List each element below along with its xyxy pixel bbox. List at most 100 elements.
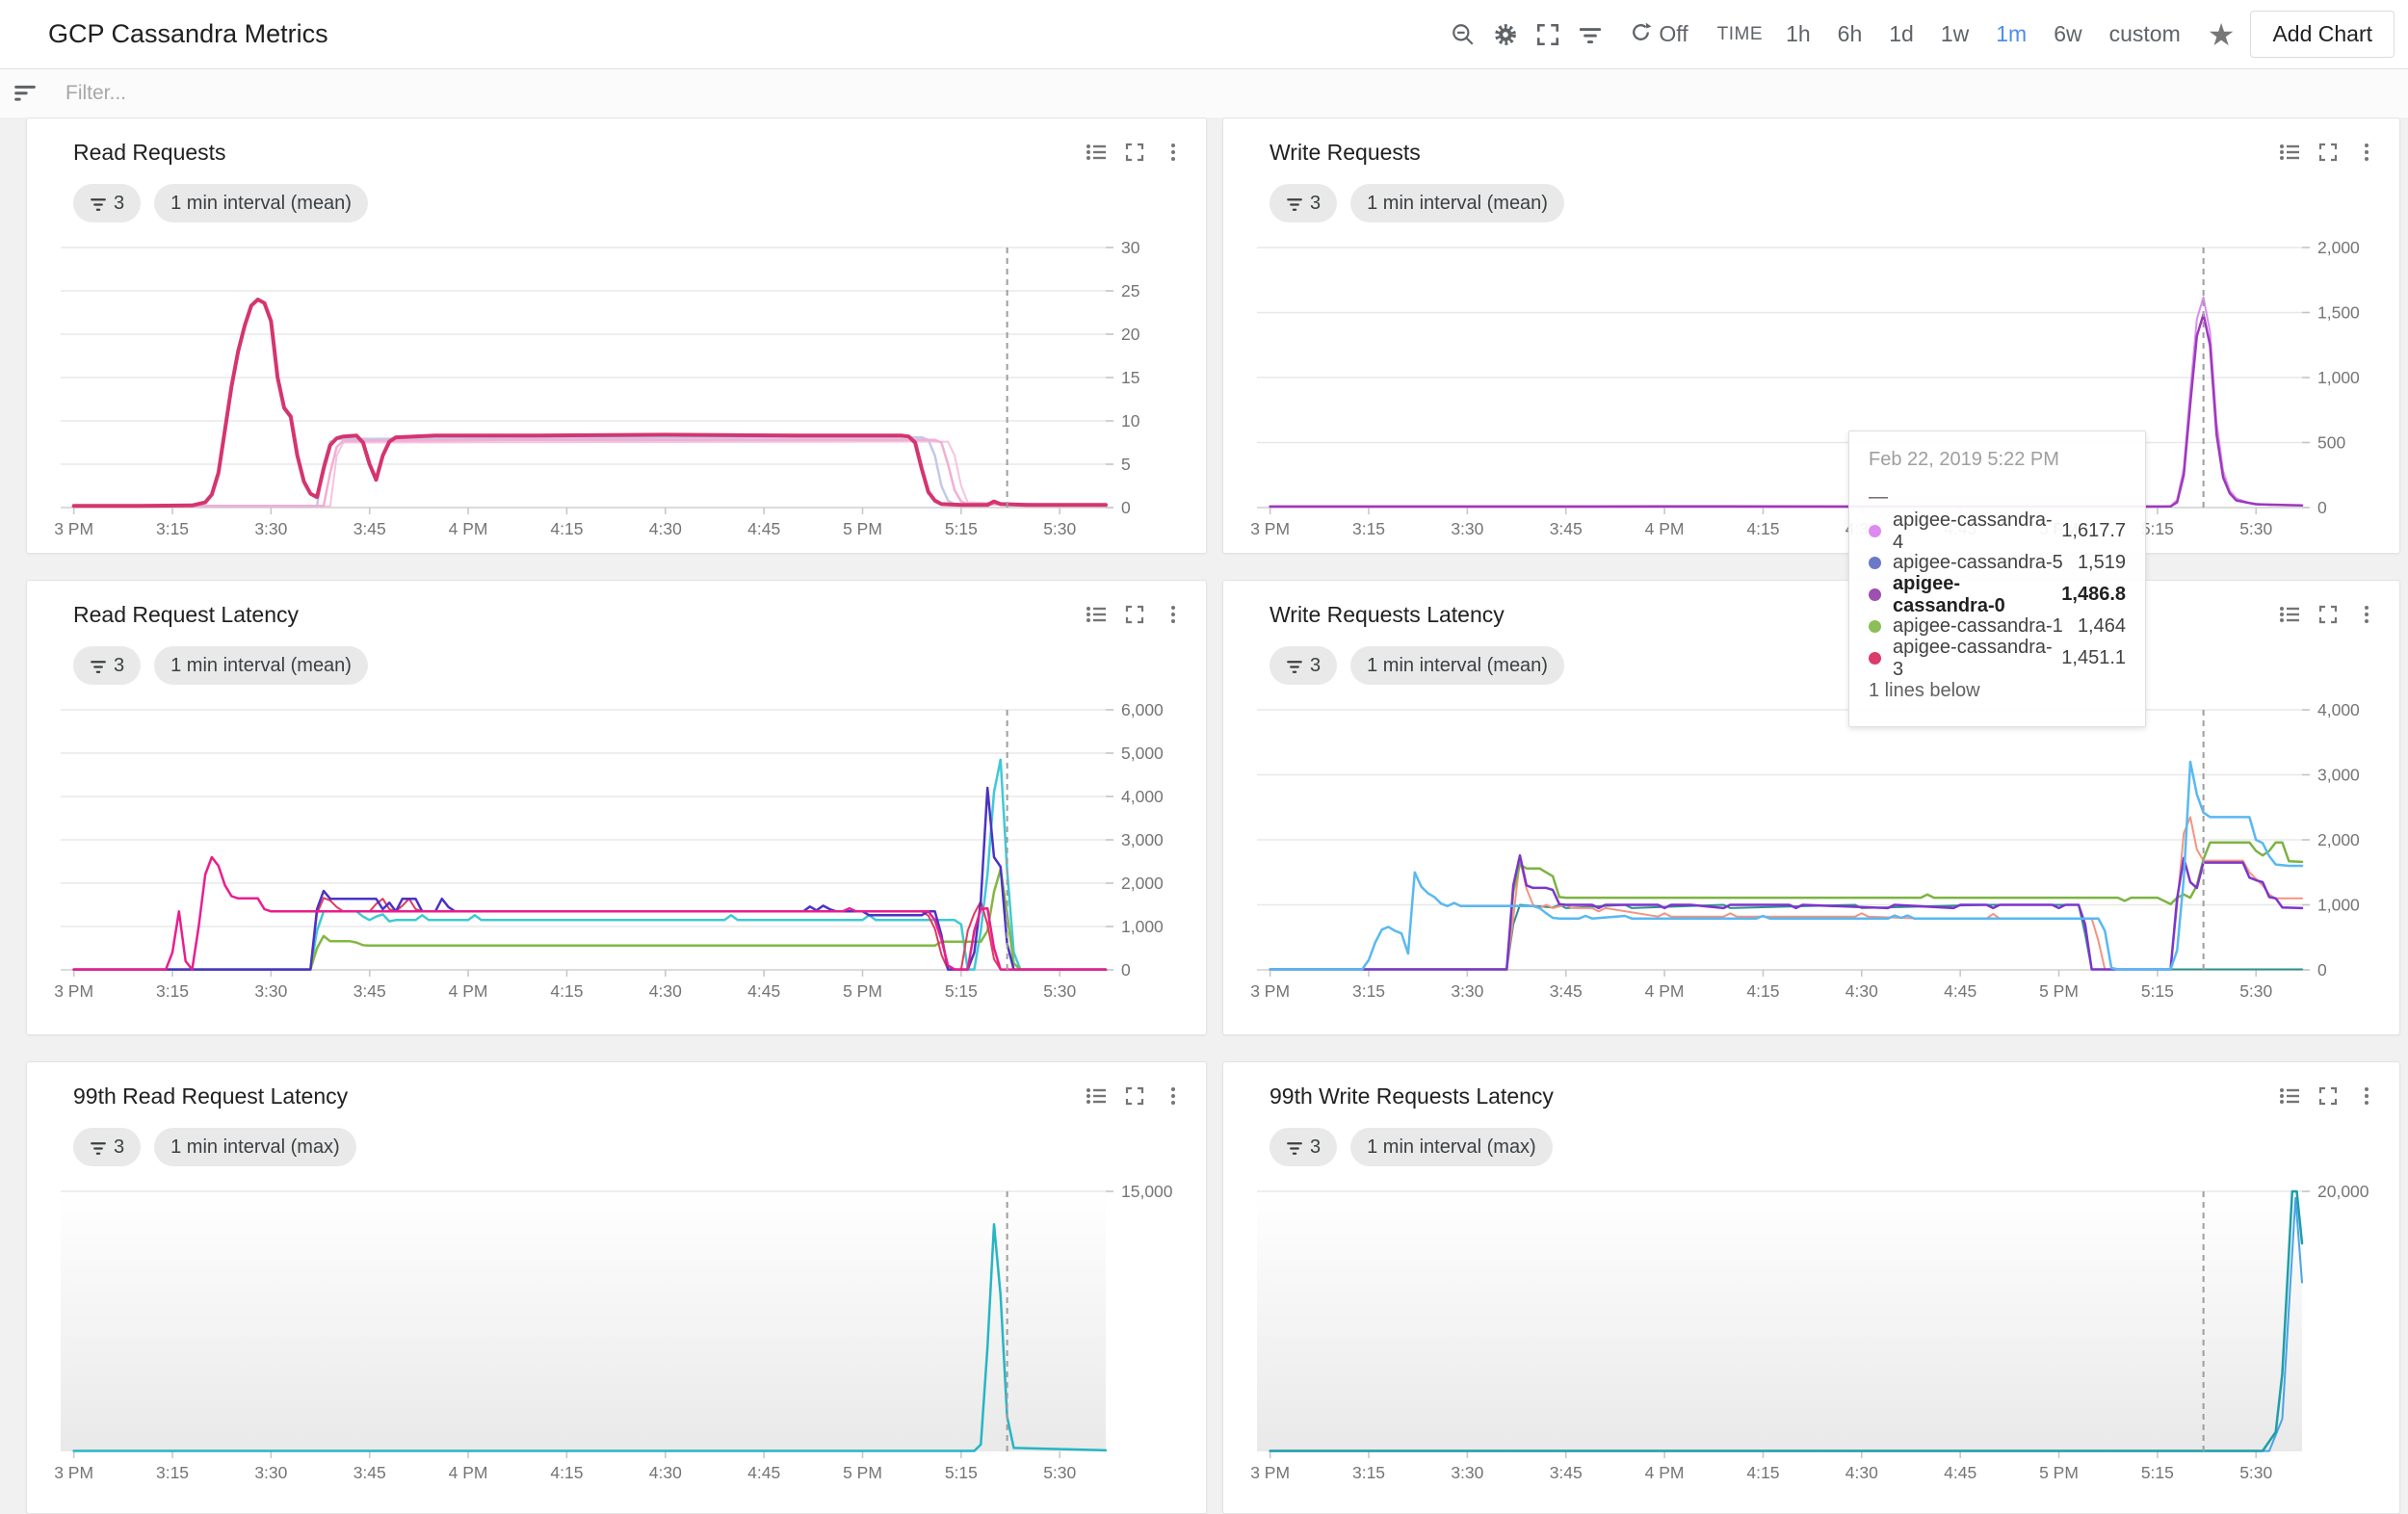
x-axis-label: 5 PM (2039, 1463, 2079, 1482)
tooltip-footer: 1 lines below (1869, 680, 2126, 702)
kebab-menu-icon[interactable] (2347, 1080, 2386, 1112)
chart-canvas[interactable]: 0510152025303 PM3:153:303:454 PM4:154:30… (27, 230, 1208, 548)
y-axis-label: 4,000 (1121, 787, 1164, 806)
x-axis-label: 3:45 (1550, 519, 1583, 538)
x-axis-label: 4:45 (747, 519, 780, 538)
kebab-menu-icon[interactable] (1154, 1080, 1192, 1112)
y-axis-label: 25 (1121, 281, 1139, 300)
y-axis-label: 0 (2317, 498, 2327, 517)
filter-count-chip[interactable]: 3 (73, 1128, 141, 1166)
legend-list-icon[interactable] (2270, 1080, 2309, 1112)
series-value: 1,486.8 (2061, 584, 2126, 606)
chart-title: Read Requests (73, 140, 226, 166)
series-color-dot (1869, 588, 1881, 601)
expand-icon[interactable] (2309, 1080, 2347, 1112)
chart-canvas[interactable]: 01,0002,0003,0004,0003 PM3:153:303:454 P… (1223, 692, 2404, 1010)
filter-count-chip[interactable]: 3 (73, 646, 141, 685)
series-line-cyan (74, 760, 1106, 970)
fullscreen-icon[interactable] (1527, 13, 1569, 56)
filter-count-chip[interactable]: 3 (1269, 1128, 1337, 1166)
x-axis-label: 4:45 (747, 1463, 780, 1482)
interval-chip[interactable]: 1 min interval (max) (154, 1128, 356, 1166)
legend-list-icon[interactable] (1077, 598, 1115, 631)
y-axis-label: 2,000 (1121, 874, 1164, 893)
legend-list-icon[interactable] (2270, 598, 2309, 631)
interval-chip[interactable]: 1 min interval (max) (1350, 1128, 1553, 1166)
range-custom[interactable]: custom (2096, 21, 2194, 47)
chart-plot-write-requests[interactable]: 05001,0001,5002,0003 PM3:153:303:454 PM4… (1223, 230, 2404, 548)
expand-icon[interactable] (2309, 598, 2347, 631)
x-axis-label: 5 PM (843, 1463, 882, 1482)
expand-icon[interactable] (1115, 1080, 1154, 1112)
refresh-control[interactable]: Off (1629, 20, 1688, 49)
x-axis-label: 5 PM (843, 519, 882, 538)
chart-title: 99th Write Requests Latency (1269, 1083, 1554, 1109)
legend-list-icon[interactable] (1077, 1080, 1115, 1112)
x-axis-label: 5:30 (2239, 1463, 2272, 1482)
x-axis-label: 3:45 (353, 519, 386, 538)
chart-title: 99th Read Request Latency (73, 1083, 348, 1109)
x-axis-label: 5:30 (1043, 981, 1076, 1001)
x-axis-label: 4:15 (550, 519, 583, 538)
series-name: apigee-cassandra-4 (1893, 509, 2061, 554)
range-1h[interactable]: 1h (1772, 21, 1824, 47)
chart-canvas[interactable]: 01,0002,0003,0004,0005,0006,0003 PM3:153… (27, 692, 1208, 1010)
x-axis-label: 4:15 (1746, 1463, 1779, 1482)
y-axis-label: 500 (2317, 433, 2345, 453)
filter-count-chip[interactable]: 3 (73, 184, 141, 222)
y-axis-label: 5,000 (1121, 744, 1164, 763)
x-axis-label: 5:30 (1043, 1463, 1076, 1482)
star-icon[interactable]: ★ (2194, 19, 2251, 50)
x-axis-label: 3 PM (54, 1463, 93, 1482)
range-1m-selected[interactable]: 1m (1982, 21, 2040, 47)
filter-count-chip[interactable]: 3 (1269, 184, 1337, 222)
expand-icon[interactable] (2309, 136, 2347, 169)
tooltip-series-row: apigee-cassandra-01,486.8 (1869, 579, 2126, 611)
y-axis-label: 2,000 (2317, 238, 2360, 257)
interval-chip[interactable]: 1 min interval (mean) (1350, 184, 1564, 222)
zoom-out-icon[interactable] (1442, 13, 1484, 56)
x-axis-label: 3:30 (1451, 519, 1483, 538)
y-axis-label: 5 (1121, 455, 1131, 474)
interval-chip[interactable]: 1 min interval (mean) (154, 646, 368, 685)
kebab-menu-icon[interactable] (2347, 598, 2386, 631)
expand-icon[interactable] (1115, 598, 1154, 631)
kebab-menu-icon[interactable] (2347, 136, 2386, 169)
chart-plot-read-requests[interactable]: 0510152025303 PM3:153:303:454 PM4:154:30… (27, 230, 1208, 548)
time-label: TIME (1717, 24, 1763, 45)
x-axis-label: 4:15 (1746, 519, 1779, 538)
series-color-dot (1869, 525, 1881, 537)
chart-plot-write-requests-latency[interactable]: 01,0002,0003,0004,0003 PM3:153:303:454 P… (1223, 692, 2404, 1010)
chart-plot-read-request-latency[interactable]: 01,0002,0003,0004,0005,0006,0003 PM3:153… (27, 692, 1208, 1010)
kebab-menu-icon[interactable] (1154, 136, 1192, 169)
range-1d[interactable]: 1d (1875, 21, 1927, 47)
filter-lines-icon[interactable] (1569, 13, 1611, 56)
settings-gear-icon[interactable] (1484, 13, 1527, 56)
chart-canvas[interactable]: 05001,0001,5002,0003 PM3:153:303:454 PM4… (1223, 230, 2404, 548)
chart-card-99th-read-request-latency: 99th Read Request Latency 3 1 min interv… (26, 1061, 1207, 1514)
x-axis-label: 5:30 (2239, 519, 2272, 538)
chart-card-read-requests: Read Requests 3 1 min interval (mean) 05… (26, 117, 1207, 554)
y-axis-label: 20,000 (2317, 1182, 2369, 1201)
x-axis-label: 4:30 (649, 519, 682, 538)
x-axis-label: 3:45 (353, 981, 386, 1001)
filter-icon[interactable] (12, 78, 39, 110)
add-chart-button[interactable]: Add Chart (2250, 11, 2395, 58)
legend-list-icon[interactable] (2270, 136, 2309, 169)
range-6w[interactable]: 6w (2040, 21, 2095, 47)
expand-icon[interactable] (1115, 136, 1154, 169)
x-axis-label: 4:30 (1845, 1463, 1878, 1482)
series-name: apigee-cassandra-3 (1893, 637, 2061, 681)
x-axis-label: 3:30 (254, 1463, 287, 1482)
chart-card-write-requests-latency: Write Requests Latency 3 1 min interval … (1222, 580, 2400, 1035)
x-axis-label: 3:15 (1352, 1463, 1385, 1482)
legend-list-icon[interactable] (1077, 136, 1115, 169)
interval-chip[interactable]: 1 min interval (mean) (1350, 646, 1564, 685)
filter-input[interactable] (64, 81, 645, 106)
filter-count-chip[interactable]: 3 (1269, 646, 1337, 685)
range-1w[interactable]: 1w (1927, 21, 1982, 47)
interval-chip[interactable]: 1 min interval (mean) (154, 184, 368, 222)
series-name: apigee-cassandra-5 (1893, 552, 2078, 574)
range-6h[interactable]: 6h (1824, 21, 1876, 47)
kebab-menu-icon[interactable] (1154, 598, 1192, 631)
